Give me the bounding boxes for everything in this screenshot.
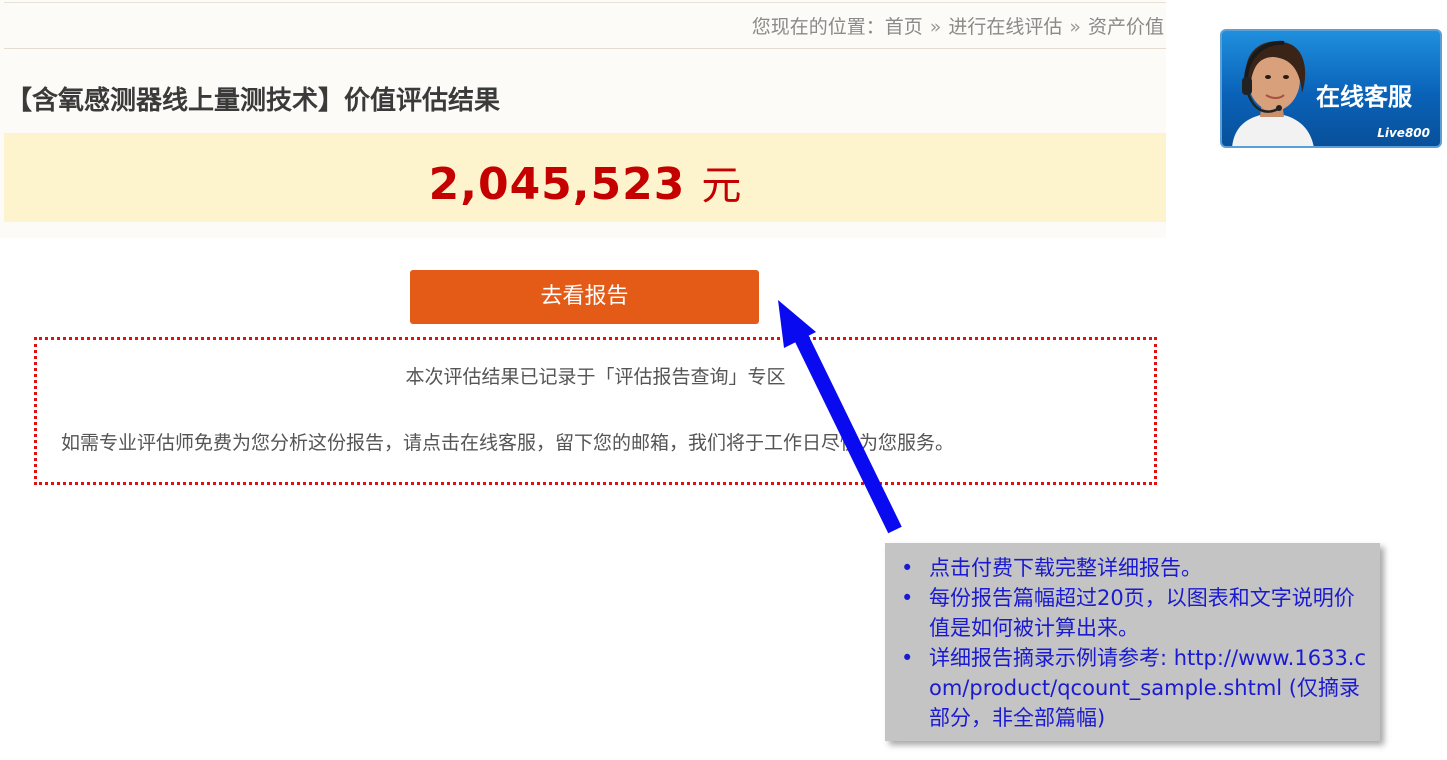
- header-divider: [4, 48, 1166, 49]
- notice-service-text: 如需专业评估师免费为您分析这份报告，请点击在线客服，留下您的邮箱，我们将于工作日…: [61, 432, 955, 454]
- online-service-button[interactable]: 在线客服 Live800: [1220, 29, 1442, 148]
- view-report-button[interactable]: 去看报告: [410, 270, 759, 324]
- notice-record-text: 本次评估结果已记录于「评估报告查询」专区: [405, 366, 786, 388]
- annotation-callout: 点击付费下载完整详细报告。 每份报告篇幅超过20页，以图表和文字说明价值是如何被…: [885, 543, 1380, 741]
- breadcrumb-separator: »: [929, 16, 942, 38]
- main-panel: 您现在的位置：首页 » 进行在线评估 » 资产价值 【含氧感测器线上量测技术】价值评估结…: [0, 0, 1166, 238]
- callout-item-pages: 每份报告篇幅超过20页，以图表和文字说明价值是如何被计算出来。: [899, 583, 1371, 643]
- top-divider: [4, 2, 1166, 3]
- valuation-band: 2,045,523 元: [4, 133, 1166, 222]
- breadcrumb-prefix: 您现在的位置：: [751, 16, 885, 38]
- callout-item-download: 点击付费下载完整详细报告。: [899, 553, 1371, 583]
- breadcrumb-item-home[interactable]: 首页: [885, 16, 923, 38]
- breadcrumb-separator: »: [1069, 16, 1081, 38]
- service-brand-label: Live800: [1377, 126, 1430, 140]
- online-service-label: 在线客服: [1316, 83, 1412, 111]
- breadcrumb: 您现在的位置：首页 » 进行在线评估 » 资产价值: [752, 12, 1164, 39]
- callout-item-sample-link: 详细报告摘录示例请参考: http://www.1633.com/product…: [899, 643, 1371, 733]
- customer-service-agent-icon: [1232, 40, 1314, 146]
- callout-list: 点击付费下载完整详细报告。 每份报告篇幅超过20页，以图表和文字说明价值是如何被…: [899, 553, 1371, 733]
- breadcrumb-item-asset-value[interactable]: 资产价值: [1088, 16, 1164, 38]
- valuation-result: 2,045,523 元: [4, 153, 1166, 211]
- page-title: 【含氧感测器线上量测技术】价值评估结果: [6, 86, 501, 116]
- notice-box: 本次评估结果已记录于「评估报告查询」专区 如需专业评估师免费为您分析这份报告，请…: [34, 337, 1157, 485]
- valuation-amount: 2,045,523: [428, 159, 686, 210]
- breadcrumb-item-evaluate[interactable]: 进行在线评估: [948, 16, 1062, 38]
- valuation-unit: 元: [701, 163, 742, 209]
